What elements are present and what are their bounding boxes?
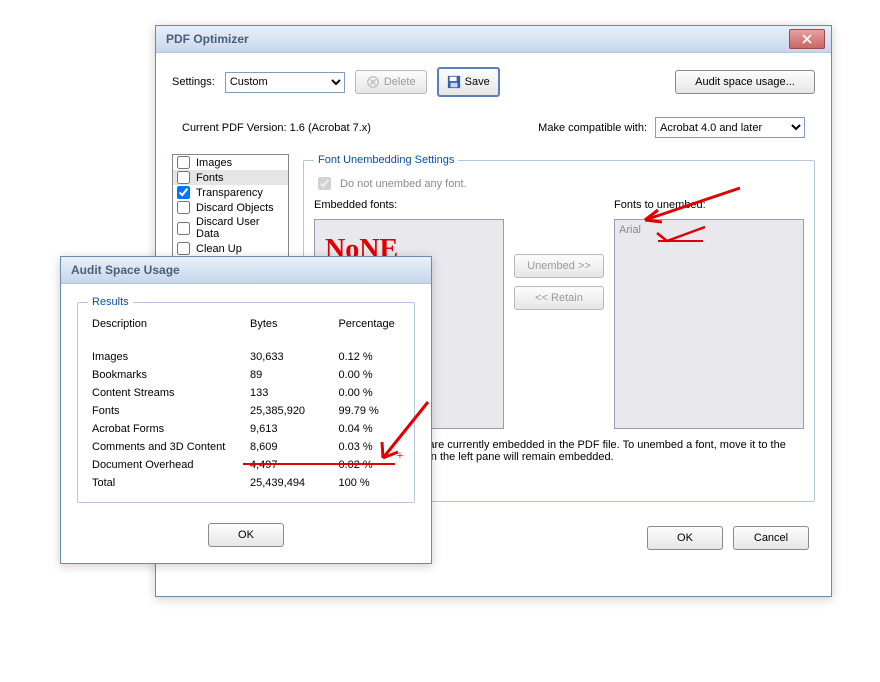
cell-pct: 99.79 %: [334, 402, 404, 420]
close-icon: [802, 34, 812, 44]
ok-button[interactable]: OK: [647, 526, 723, 550]
cell-bytes: 25,385,920: [246, 402, 334, 420]
category-list[interactable]: Images Fonts Transparency Discard Objects Di…: [172, 154, 289, 257]
category-item[interactable]: Clean Up: [173, 241, 288, 256]
cell-bytes: 8,609: [246, 438, 334, 456]
col-description: Description: [88, 316, 246, 348]
table-row: Acrobat Forms9,6130.04 %: [88, 420, 404, 438]
audit-space-button[interactable]: Audit space usage...: [675, 70, 815, 94]
cell-desc: Document Overhead: [88, 456, 246, 474]
audit-titlebar: Audit Space Usage: [61, 257, 431, 284]
cell-bytes: 30,633: [246, 348, 334, 366]
category-checkbox[interactable]: [177, 156, 190, 169]
cell-desc: Bookmarks: [88, 366, 246, 384]
cancel-button[interactable]: Cancel: [733, 526, 809, 550]
audit-space-window: Audit Space Usage Results Description By…: [60, 256, 432, 564]
cell-desc: Fonts: [88, 402, 246, 420]
cell-bytes: 9,613: [246, 420, 334, 438]
category-label: Discard Objects: [196, 202, 274, 214]
category-item[interactable]: Discard Objects: [173, 200, 288, 215]
category-label: Images: [196, 157, 232, 169]
close-button[interactable]: [789, 29, 825, 49]
category-item[interactable]: Fonts: [173, 170, 288, 185]
titlebar: PDF Optimizer: [156, 26, 831, 53]
cell-pct: 0.04 %: [334, 420, 404, 438]
settings-dropdown[interactable]: Custom: [225, 72, 345, 93]
no-unembed-label: Do not unembed any font.: [340, 178, 467, 190]
cell-desc: Content Streams: [88, 384, 246, 402]
unembed-fonts-label: Fonts to unembed:: [614, 199, 804, 211]
fieldset-legend: Font Unembedding Settings: [314, 154, 458, 166]
cell-pct: 0.12 %: [334, 348, 404, 366]
category-label: Discard User Data: [196, 216, 284, 240]
category-item[interactable]: Discard User Data: [173, 215, 288, 241]
audit-ok-button[interactable]: OK: [208, 523, 284, 547]
table-row: Content Streams1330.00 %: [88, 384, 404, 402]
category-item[interactable]: Transparency: [173, 185, 288, 200]
category-label: Transparency: [196, 187, 263, 199]
cell-bytes: 4,497: [246, 456, 334, 474]
cell-pct: 0.00 %: [334, 366, 404, 384]
category-checkbox[interactable]: [177, 186, 190, 199]
window-title: PDF Optimizer: [162, 32, 789, 46]
audit-content: Results Description Bytes Percentage Ima…: [61, 284, 431, 563]
cell-desc: Images: [88, 348, 246, 366]
embedded-fonts-label: Embedded fonts:: [314, 199, 504, 211]
category-checkbox[interactable]: [177, 222, 190, 235]
category-label: Clean Up: [196, 243, 242, 255]
settings-label: Settings:: [172, 76, 215, 88]
delete-icon: [366, 75, 380, 89]
cell-pct: 0.03 %: [334, 438, 404, 456]
cell-desc: Comments and 3D Content: [88, 438, 246, 456]
table-row: Total25,439,494100 %: [88, 474, 404, 492]
table-row: Images30,6330.12 %: [88, 348, 404, 366]
col-bytes: Bytes: [246, 316, 334, 348]
results-legend: Results: [88, 296, 133, 308]
audit-title: Audit Space Usage: [67, 263, 425, 277]
delete-button: Delete: [355, 70, 427, 94]
version-text: Current PDF Version: 1.6 (Acrobat 7.x): [182, 122, 371, 134]
category-label: Fonts: [196, 172, 224, 184]
col-percentage: Percentage: [334, 316, 404, 348]
results-table: Description Bytes Percentage Images30,63…: [88, 316, 404, 492]
compat-label: Make compatible with:: [538, 122, 647, 134]
retain-button: << Retain: [514, 286, 604, 310]
compat-dropdown[interactable]: Acrobat 4.0 and later: [655, 117, 805, 138]
no-unembed-checkbox: [318, 177, 331, 190]
category-checkbox[interactable]: [177, 171, 190, 184]
unembed-font-item: Arial: [619, 224, 641, 236]
cell-pct: 0.02 %: [334, 456, 404, 474]
cell-bytes: 89: [246, 366, 334, 384]
category-item[interactable]: Images: [173, 155, 288, 170]
category-checkbox[interactable]: [177, 242, 190, 255]
table-row: Comments and 3D Content8,6090.03 %: [88, 438, 404, 456]
cell-desc: Total: [88, 474, 246, 492]
category-checkbox[interactable]: [177, 201, 190, 214]
cell-pct: 100 %: [334, 474, 404, 492]
unembed-button: Unembed >>: [514, 254, 604, 278]
cell-pct: 0.00 %: [334, 384, 404, 402]
table-row: Fonts25,385,92099.79 %: [88, 402, 404, 420]
table-row: Document Overhead4,4970.02 %: [88, 456, 404, 474]
table-row: Bookmarks890.00 %: [88, 366, 404, 384]
floppy-icon: [447, 75, 461, 89]
cell-bytes: 25,439,494: [246, 474, 334, 492]
results-fieldset: Results Description Bytes Percentage Ima…: [77, 296, 415, 503]
save-button[interactable]: Save: [437, 67, 500, 97]
cell-bytes: 133: [246, 384, 334, 402]
cell-desc: Acrobat Forms: [88, 420, 246, 438]
unembed-fonts-listbox[interactable]: Arial: [614, 219, 804, 429]
